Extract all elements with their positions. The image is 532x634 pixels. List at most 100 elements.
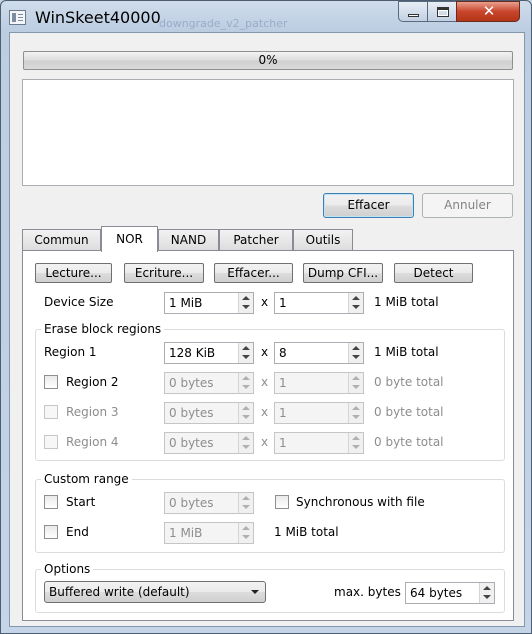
spin-down-icon[interactable]	[242, 505, 250, 509]
spin-arrows[interactable]	[348, 343, 363, 363]
synchronous-with-file-checkbox[interactable]	[275, 495, 289, 509]
region-2-checkbox[interactable]	[44, 375, 58, 389]
region-3-label: Region 3	[66, 405, 119, 419]
spin-up-icon[interactable]	[242, 406, 250, 410]
region-4-size-spinbox[interactable]: 0 bytes	[164, 432, 254, 454]
custom-range-group	[35, 479, 505, 553]
write-button[interactable]: Ecriture...	[124, 263, 204, 283]
region-2-total: 0 byte total	[374, 375, 444, 389]
spin-arrows[interactable]	[238, 293, 253, 313]
region-2-count-spinbox[interactable]: 1	[274, 372, 364, 394]
spin-up-icon[interactable]	[242, 496, 250, 500]
max-bytes-value: 64 bytes	[410, 586, 463, 600]
region-3-size-spinbox[interactable]: 0 bytes	[164, 402, 254, 424]
tab-outils[interactable]: Outils	[293, 229, 353, 251]
region-2-size-spinbox[interactable]: 0 bytes	[164, 372, 254, 394]
erase-button[interactable]: Effacer...	[214, 263, 293, 283]
spin-down-icon[interactable]	[242, 385, 250, 389]
spin-up-icon[interactable]	[242, 526, 250, 530]
dump-cfi-button[interactable]: Dump CFI...	[303, 263, 383, 283]
synchronous-with-file-label: Synchronous with file	[296, 495, 425, 509]
read-button[interactable]: Lecture...	[35, 263, 112, 283]
region-4-checkbox[interactable]	[44, 435, 58, 449]
spin-arrows[interactable]	[348, 433, 363, 453]
region-3-count-spinbox[interactable]: 1	[274, 402, 364, 424]
spin-up-icon[interactable]	[352, 376, 360, 380]
end-label: End	[66, 525, 89, 539]
region-1-label: Region 1	[44, 345, 97, 359]
spin-arrows[interactable]	[479, 583, 494, 603]
spin-arrows[interactable]	[238, 493, 253, 513]
spin-arrows[interactable]	[348, 373, 363, 393]
region-4-label: Region 4	[66, 435, 119, 449]
spin-up-icon[interactable]	[352, 346, 360, 350]
write-mode-select[interactable]: Buffered write (default)	[44, 581, 266, 603]
spin-arrows[interactable]	[238, 373, 253, 393]
end-checkbox[interactable]	[44, 525, 58, 539]
spin-arrows[interactable]	[238, 523, 253, 543]
spin-down-icon[interactable]	[352, 305, 360, 309]
spin-down-icon[interactable]	[242, 415, 250, 419]
spin-down-icon[interactable]	[242, 305, 250, 309]
maximize-icon	[437, 7, 449, 17]
spin-arrows[interactable]	[348, 403, 363, 423]
device-count-value: 1	[279, 296, 287, 310]
device-size-label: Device Size	[44, 295, 114, 309]
region-4-count-spinbox[interactable]: 1	[274, 432, 364, 454]
detect-button[interactable]: Detect	[394, 263, 473, 283]
tab-nand[interactable]: NAND	[158, 229, 219, 251]
spin-up-icon[interactable]	[352, 406, 360, 410]
clear-button[interactable]: Effacer	[323, 193, 414, 218]
region-1-size-spinbox[interactable]: 128 KiB	[164, 342, 254, 364]
spin-arrows[interactable]	[238, 343, 253, 363]
cancel-button[interactable]: Annuler	[422, 193, 513, 218]
region-2-count-value: 1	[279, 376, 287, 390]
tab-nor[interactable]: NOR	[101, 226, 158, 252]
spin-down-icon[interactable]	[352, 445, 360, 449]
start-checkbox[interactable]	[44, 495, 58, 509]
spin-up-icon[interactable]	[242, 436, 250, 440]
minimize-icon	[408, 14, 419, 17]
region-1-count-spinbox[interactable]: 8	[274, 342, 364, 364]
tab-commun[interactable]: Commun	[22, 229, 101, 251]
multiply-sign: x	[261, 295, 269, 309]
spin-up-icon[interactable]	[242, 346, 250, 350]
spin-arrows[interactable]	[238, 403, 253, 423]
spin-arrows[interactable]	[238, 433, 253, 453]
app-icon	[9, 10, 26, 25]
log-textarea[interactable]	[22, 79, 514, 186]
region-2-label: Region 2	[66, 375, 119, 389]
spin-down-icon[interactable]	[352, 355, 360, 359]
spin-down-icon[interactable]	[352, 415, 360, 419]
minimize-button[interactable]	[398, 1, 428, 22]
end-spinbox[interactable]: 1 MiB	[164, 522, 254, 544]
spin-up-icon[interactable]	[242, 376, 250, 380]
spin-down-icon[interactable]	[352, 385, 360, 389]
spin-down-icon[interactable]	[242, 535, 250, 539]
spin-down-icon[interactable]	[483, 595, 491, 599]
spin-arrows[interactable]	[348, 293, 363, 313]
device-count-spinbox[interactable]: 1	[274, 292, 364, 314]
spin-up-icon[interactable]	[352, 296, 360, 300]
progress-bar: 0%	[23, 51, 513, 70]
device-size-spinbox[interactable]: 1 MiB	[164, 292, 254, 314]
spin-up-icon[interactable]	[352, 436, 360, 440]
spin-down-icon[interactable]	[242, 445, 250, 449]
region-1-total: 1 MiB total	[374, 345, 439, 359]
chevron-down-icon	[251, 590, 259, 594]
spin-down-icon[interactable]	[242, 355, 250, 359]
close-button[interactable]: ✕	[456, 1, 520, 22]
window-frame: WinSkeet40000 downgrade_v2_patcher ✕ 0% …	[0, 0, 532, 634]
region-3-count-value: 1	[279, 406, 287, 420]
options-title: Options	[41, 561, 94, 577]
tab-patcher[interactable]: Patcher	[219, 229, 293, 251]
spin-up-icon[interactable]	[242, 296, 250, 300]
start-spinbox[interactable]: 0 bytes	[164, 492, 254, 514]
max-bytes-spinbox[interactable]: 64 bytes	[405, 582, 495, 604]
region-3-checkbox[interactable]	[44, 405, 58, 419]
region-3-size-value: 0 bytes	[169, 406, 214, 420]
spin-up-icon[interactable]	[483, 586, 491, 590]
write-mode-value: Buffered write (default)	[49, 585, 190, 599]
maximize-button[interactable]	[427, 1, 457, 22]
start-label: Start	[66, 495, 96, 509]
